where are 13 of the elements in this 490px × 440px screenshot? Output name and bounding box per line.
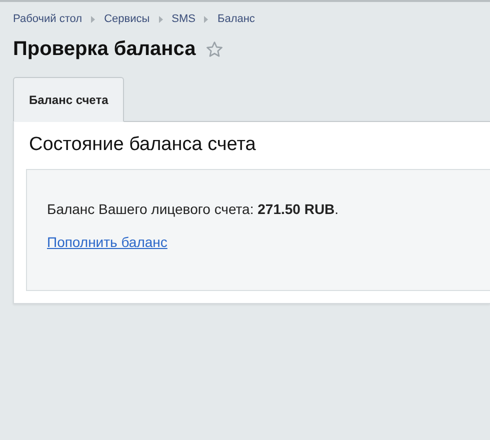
separator-arrow-icon (204, 16, 208, 22)
balance-text: Баланс Вашего лицевого счета: 271.50 RUB. (47, 201, 340, 217)
breadcrumb-link[interactable]: SMS (172, 13, 196, 25)
separator-arrow-icon (91, 16, 96, 22)
page-title: Проверка баланса (13, 38, 196, 61)
tab[interactable]: Баланс счета (13, 77, 124, 122)
separator-arrow-icon (158, 16, 163, 22)
breadcrumb-link[interactable]: Сервисы (104, 13, 150, 25)
breadcrumb-link[interactable]: Баланс (217, 13, 255, 25)
section-heading: Состояние баланса счета (29, 134, 257, 156)
star-icon[interactable] (206, 41, 223, 58)
top-up-link[interactable]: Пополнить баланс (47, 234, 168, 250)
breadcrumb-link[interactable]: Рабочий стол (13, 13, 82, 25)
